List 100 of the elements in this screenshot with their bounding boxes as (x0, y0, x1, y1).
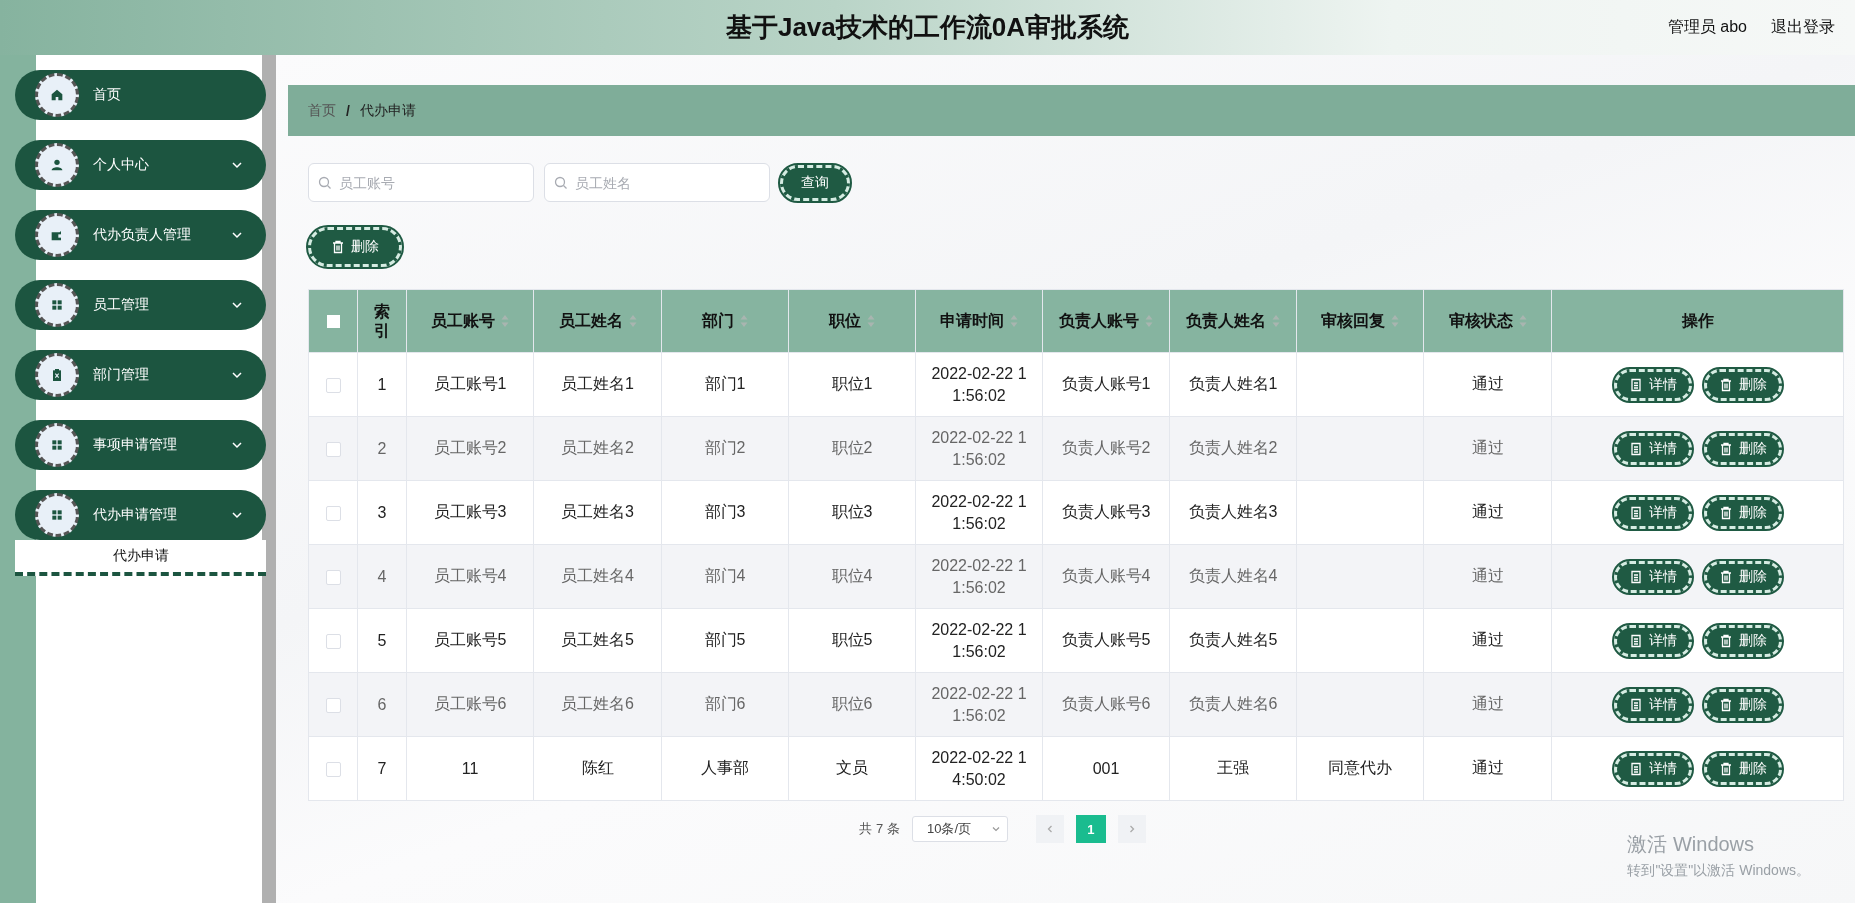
sort-icon[interactable] (1145, 314, 1153, 328)
sidebar-item[interactable]: 员工管理 (15, 280, 266, 330)
next-page-button[interactable] (1117, 815, 1146, 843)
table-cell: 2022-02-22 11:56:02 (915, 352, 1043, 417)
logout-link[interactable]: 退出登录 (1771, 17, 1835, 38)
table-cell: 部门6 (661, 672, 789, 737)
trash-icon (1718, 633, 1733, 648)
table-cell: 文员 (788, 736, 916, 801)
column-header[interactable]: 负责人账号 (1042, 289, 1170, 353)
row-checkbox[interactable] (325, 377, 341, 393)
column-header: 索引 (357, 289, 407, 353)
submenu-item[interactable]: 代办申请 (15, 540, 266, 576)
delete-button[interactable]: 删除 (1703, 560, 1782, 593)
table-cell: 通过 (1423, 416, 1552, 481)
table-cell: 通过 (1423, 736, 1552, 801)
document-icon (1628, 697, 1643, 712)
table-cell: 通过 (1423, 352, 1552, 417)
sort-icon[interactable] (740, 314, 748, 328)
menu-icon (35, 493, 79, 537)
prev-page-button[interactable] (1035, 815, 1064, 843)
table-cell: 职位4 (788, 544, 916, 609)
table-cell: 职位3 (788, 480, 916, 545)
table-cell: 员工姓名6 (533, 672, 662, 737)
search-icon (554, 176, 568, 190)
sort-icon[interactable] (1010, 314, 1018, 328)
column-header[interactable]: 职位 (788, 289, 916, 353)
details-button[interactable]: 详情 (1613, 688, 1692, 721)
row-checkbox[interactable] (325, 633, 341, 649)
document-icon (1628, 761, 1643, 776)
table-cell: 2022-02-22 11:56:02 (915, 672, 1043, 737)
column-header[interactable]: 员工账号 (406, 289, 534, 353)
sort-icon[interactable] (501, 314, 509, 328)
column-header[interactable]: 审核回复 (1296, 289, 1424, 353)
sidebar-item[interactable]: 部门管理 (15, 350, 266, 400)
table-cell: 员工姓名5 (533, 608, 662, 673)
table-cell: 2 (357, 416, 407, 481)
column-header[interactable]: 员工姓名 (533, 289, 662, 353)
table-cell: 7 (357, 736, 407, 801)
delete-button[interactable]: 删除 (1703, 688, 1782, 721)
table-cell: 王强 (1169, 736, 1297, 801)
table-cell: 负责人姓名5 (1169, 608, 1297, 673)
row-checkbox[interactable] (325, 761, 341, 777)
details-button[interactable]: 详情 (1613, 432, 1692, 465)
search-field[interactable]: 员工账号 (308, 163, 534, 202)
activation-title: 激活 Windows (1627, 832, 1756, 857)
row-checkbox[interactable] (325, 441, 341, 457)
sidebar-item[interactable]: 代办负责人管理 (15, 210, 266, 260)
scrollbar[interactable] (262, 55, 276, 903)
table-cell: 5 (357, 608, 407, 673)
details-button[interactable]: 详情 (1613, 752, 1692, 785)
table-cell: 2022-02-22 11:56:02 (915, 544, 1043, 609)
table-cell: 11 (406, 736, 534, 801)
details-button[interactable]: 详情 (1613, 560, 1692, 593)
sidebar-item[interactable]: 代办申请管理 (15, 490, 266, 540)
menu-icon (35, 353, 79, 397)
sidebar-item[interactable]: 事项申请管理 (15, 420, 266, 470)
sidebar-item[interactable]: 首页 (15, 70, 266, 120)
delete-button[interactable]: 删除 (308, 227, 402, 267)
delete-button[interactable]: 删除 (1703, 496, 1782, 529)
trash-icon (331, 240, 345, 254)
delete-button[interactable]: 删除 (1703, 432, 1782, 465)
delete-button[interactable]: 删除 (1703, 368, 1782, 401)
table-cell: 负责人账号3 (1042, 480, 1170, 545)
details-button[interactable]: 详情 (1613, 624, 1692, 657)
column-header[interactable]: 申请时间 (915, 289, 1043, 353)
row-checkbox[interactable] (325, 505, 341, 521)
row-checkbox[interactable] (325, 569, 341, 585)
search-field[interactable]: 员工姓名 (544, 163, 770, 202)
sort-icon[interactable] (628, 314, 637, 328)
search-button[interactable]: 查询 (780, 164, 850, 201)
breadcrumb-separator: / (346, 102, 350, 119)
column-header: 操作 (1551, 289, 1844, 353)
details-button[interactable]: 详情 (1613, 496, 1692, 529)
sort-icon[interactable] (1391, 314, 1399, 328)
column-header[interactable]: 负责人姓名 (1169, 289, 1297, 353)
delete-button[interactable]: 删除 (1703, 624, 1782, 657)
table-cell: 2022-02-22 11:56:02 (915, 416, 1043, 481)
delete-button[interactable]: 删除 (1703, 752, 1782, 785)
user-label: 管理员 abo (1667, 17, 1747, 37)
sidebar-item[interactable]: 个人中心 (15, 140, 266, 190)
table-cell: 员工姓名1 (533, 352, 662, 417)
table-cell: 职位6 (788, 672, 916, 737)
row-checkbox[interactable] (325, 697, 341, 713)
select-all-checkbox[interactable] (326, 315, 340, 329)
table-cell: 通过 (1423, 672, 1552, 737)
details-button[interactable]: 详情 (1613, 368, 1692, 401)
sort-icon[interactable] (1272, 314, 1280, 328)
column-header[interactable]: 审核状态 (1423, 289, 1552, 353)
document-icon (1628, 441, 1643, 456)
document-icon (1628, 633, 1643, 648)
table-cell: 职位1 (788, 352, 916, 417)
table-cell: 部门5 (661, 608, 789, 673)
sort-icon[interactable] (867, 314, 875, 328)
menu-icon (35, 423, 79, 467)
table-cell: 部门3 (661, 480, 789, 545)
page-size-select[interactable]: 10条/页 (911, 816, 1008, 842)
column-header[interactable]: 部门 (661, 289, 789, 353)
table-cell: 负责人姓名1 (1169, 352, 1297, 417)
sort-icon[interactable] (1518, 314, 1527, 328)
table-cell: 员工账号3 (406, 480, 534, 545)
